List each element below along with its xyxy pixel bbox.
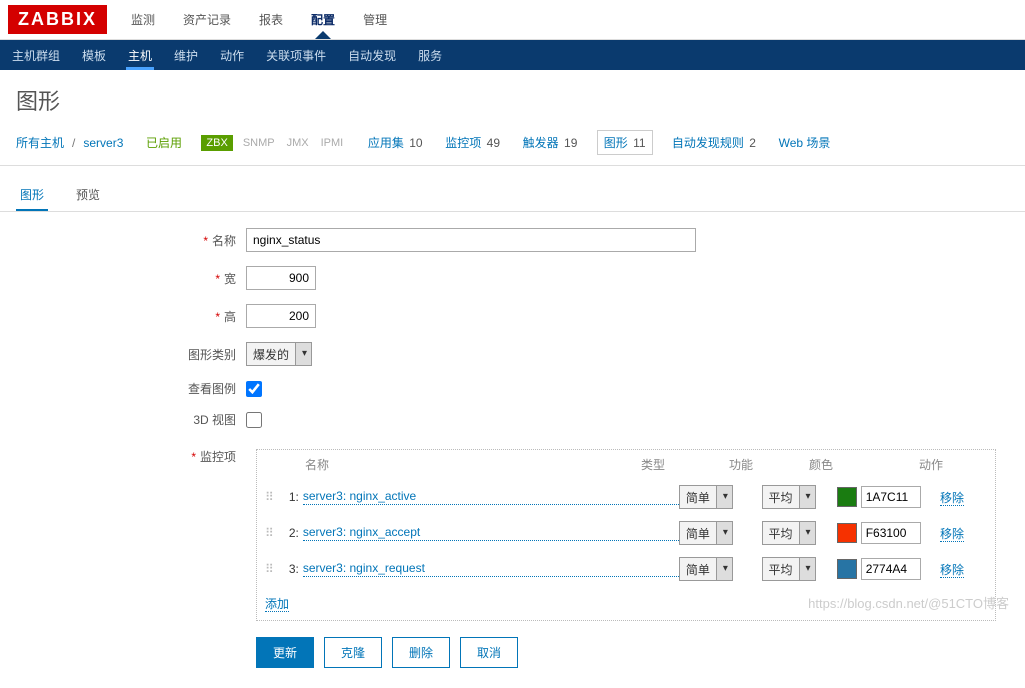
item-type-select[interactable]: 简单▾: [679, 557, 733, 581]
subnav-hostgroups[interactable]: 主机群组: [10, 41, 62, 70]
breadcrumb-sep: /: [72, 136, 75, 150]
remove-link[interactable]: 移除: [940, 563, 964, 578]
subnav-services[interactable]: 服务: [416, 41, 444, 70]
item-type-select[interactable]: 简单▾: [679, 521, 733, 545]
width-input[interactable]: [246, 266, 316, 290]
logo: ZABBIX: [8, 5, 107, 34]
drag-handle-icon[interactable]: ⠿: [265, 562, 280, 576]
label-3d: 3D 视图: [193, 413, 236, 427]
remove-link[interactable]: 移除: [940, 491, 964, 506]
chevron-down-icon: ▾: [799, 522, 815, 544]
legend-checkbox[interactable]: [246, 381, 262, 397]
view3d-checkbox[interactable]: [246, 412, 262, 428]
header-name: 名称: [265, 456, 641, 473]
breadcrumb: 所有主机 / server3 已启用 ZBX SNMP JMX IPMI 应用集…: [0, 126, 1025, 166]
height-input[interactable]: [246, 304, 316, 328]
remove-link[interactable]: 移除: [940, 527, 964, 542]
watermark: https://blog.csdn.net/@51CTO博客: [808, 593, 1009, 612]
color-swatch[interactable]: [837, 559, 857, 579]
chevron-down-icon: ▾: [716, 558, 732, 580]
item-index: 1:: [280, 490, 303, 504]
color-input[interactable]: [861, 558, 921, 580]
count-discovery[interactable]: 自动发现规则 2: [672, 134, 756, 151]
tag-zbx: ZBX: [201, 135, 232, 151]
tag-ipmi: IPMI: [319, 135, 346, 151]
label-height: 高: [224, 310, 236, 324]
color-swatch[interactable]: [837, 487, 857, 507]
tag-snmp: SNMP: [241, 135, 277, 151]
topnav-monitor[interactable]: 监测: [127, 1, 159, 38]
item-name-link[interactable]: server3: nginx_request: [303, 561, 679, 577]
graph-type-value: 爆发的: [247, 346, 295, 363]
count-apps[interactable]: 应用集 10: [368, 134, 423, 151]
topnav-config[interactable]: 配置: [307, 1, 339, 38]
subnav-discovery[interactable]: 自动发现: [346, 41, 398, 70]
count-items[interactable]: 监控项 49: [445, 134, 500, 151]
clone-button[interactable]: 克隆: [324, 637, 382, 668]
chevron-down-icon: ▾: [295, 343, 311, 365]
chevron-down-icon: ▾: [716, 522, 732, 544]
color-input[interactable]: [861, 522, 921, 544]
item-func-select[interactable]: 平均▾: [762, 485, 816, 509]
header-action: 动作: [919, 456, 969, 473]
count-graphs[interactable]: 图形 11: [597, 130, 653, 155]
label-width: 宽: [224, 272, 236, 286]
delete-button[interactable]: 删除: [392, 637, 450, 668]
item-func-select[interactable]: 平均▾: [762, 557, 816, 581]
topnav-reports[interactable]: 报表: [255, 1, 287, 38]
subnav-hosts[interactable]: 主机: [126, 41, 154, 70]
label-legend: 查看图例: [188, 382, 236, 396]
top-nav: 监测 资产记录 报表 配置 管理: [127, 1, 391, 38]
item-name-link[interactable]: server3: nginx_accept: [303, 525, 679, 541]
color-input[interactable]: [861, 486, 921, 508]
drag-handle-icon[interactable]: ⠿: [265, 490, 280, 504]
host-state: 已启用: [146, 134, 182, 151]
topnav-admin[interactable]: 管理: [359, 1, 391, 38]
tag-jmx: JMX: [285, 135, 311, 151]
breadcrumb-host[interactable]: server3: [83, 136, 123, 150]
header-type: 类型: [641, 456, 729, 473]
item-row: ⠿1:server3: nginx_active简单▾ 平均▾ 移除: [257, 479, 995, 515]
topnav-inventory[interactable]: 资产记录: [179, 1, 235, 38]
item-name-link[interactable]: server3: nginx_active: [303, 489, 679, 505]
subnav-templates[interactable]: 模板: [80, 41, 108, 70]
label-name: 名称: [212, 234, 236, 248]
tab-preview[interactable]: 预览: [72, 180, 104, 211]
count-web[interactable]: Web 场景: [779, 134, 831, 151]
chevron-down-icon: ▾: [799, 558, 815, 580]
add-item-link[interactable]: 添加: [265, 597, 289, 612]
item-index: 3:: [280, 562, 303, 576]
page-title: 图形: [0, 70, 1025, 126]
drag-handle-icon[interactable]: ⠿: [265, 526, 280, 540]
breadcrumb-allhosts[interactable]: 所有主机: [16, 134, 64, 151]
sub-nav: 主机群组 模板 主机 维护 动作 关联项事件 自动发现 服务: [0, 40, 1025, 70]
chevron-down-icon: ▾: [799, 486, 815, 508]
subnav-correlation[interactable]: 关联项事件: [264, 41, 328, 70]
item-func-select[interactable]: 平均▾: [762, 521, 816, 545]
item-row: ⠿2:server3: nginx_accept简单▾ 平均▾ 移除: [257, 515, 995, 551]
tab-graph[interactable]: 图形: [16, 180, 48, 211]
chevron-down-icon: ▾: [716, 486, 732, 508]
label-type: 图形类别: [188, 348, 236, 362]
count-triggers[interactable]: 触发器 19: [523, 134, 578, 151]
label-items: 监控项: [200, 450, 236, 464]
header-func: 功能: [729, 456, 809, 473]
update-button[interactable]: 更新: [256, 637, 314, 668]
subnav-actions[interactable]: 动作: [218, 41, 246, 70]
subnav-maintenance[interactable]: 维护: [172, 41, 200, 70]
name-input[interactable]: [246, 228, 696, 252]
tabs: 图形 预览: [0, 172, 1025, 212]
cancel-button[interactable]: 取消: [460, 637, 518, 668]
header-color: 颜色: [809, 456, 919, 473]
item-index: 2:: [280, 526, 303, 540]
item-type-select[interactable]: 简单▾: [679, 485, 733, 509]
item-row: ⠿3:server3: nginx_request简单▾ 平均▾ 移除: [257, 551, 995, 587]
color-swatch[interactable]: [837, 523, 857, 543]
graph-type-select[interactable]: 爆发的 ▾: [246, 342, 312, 366]
